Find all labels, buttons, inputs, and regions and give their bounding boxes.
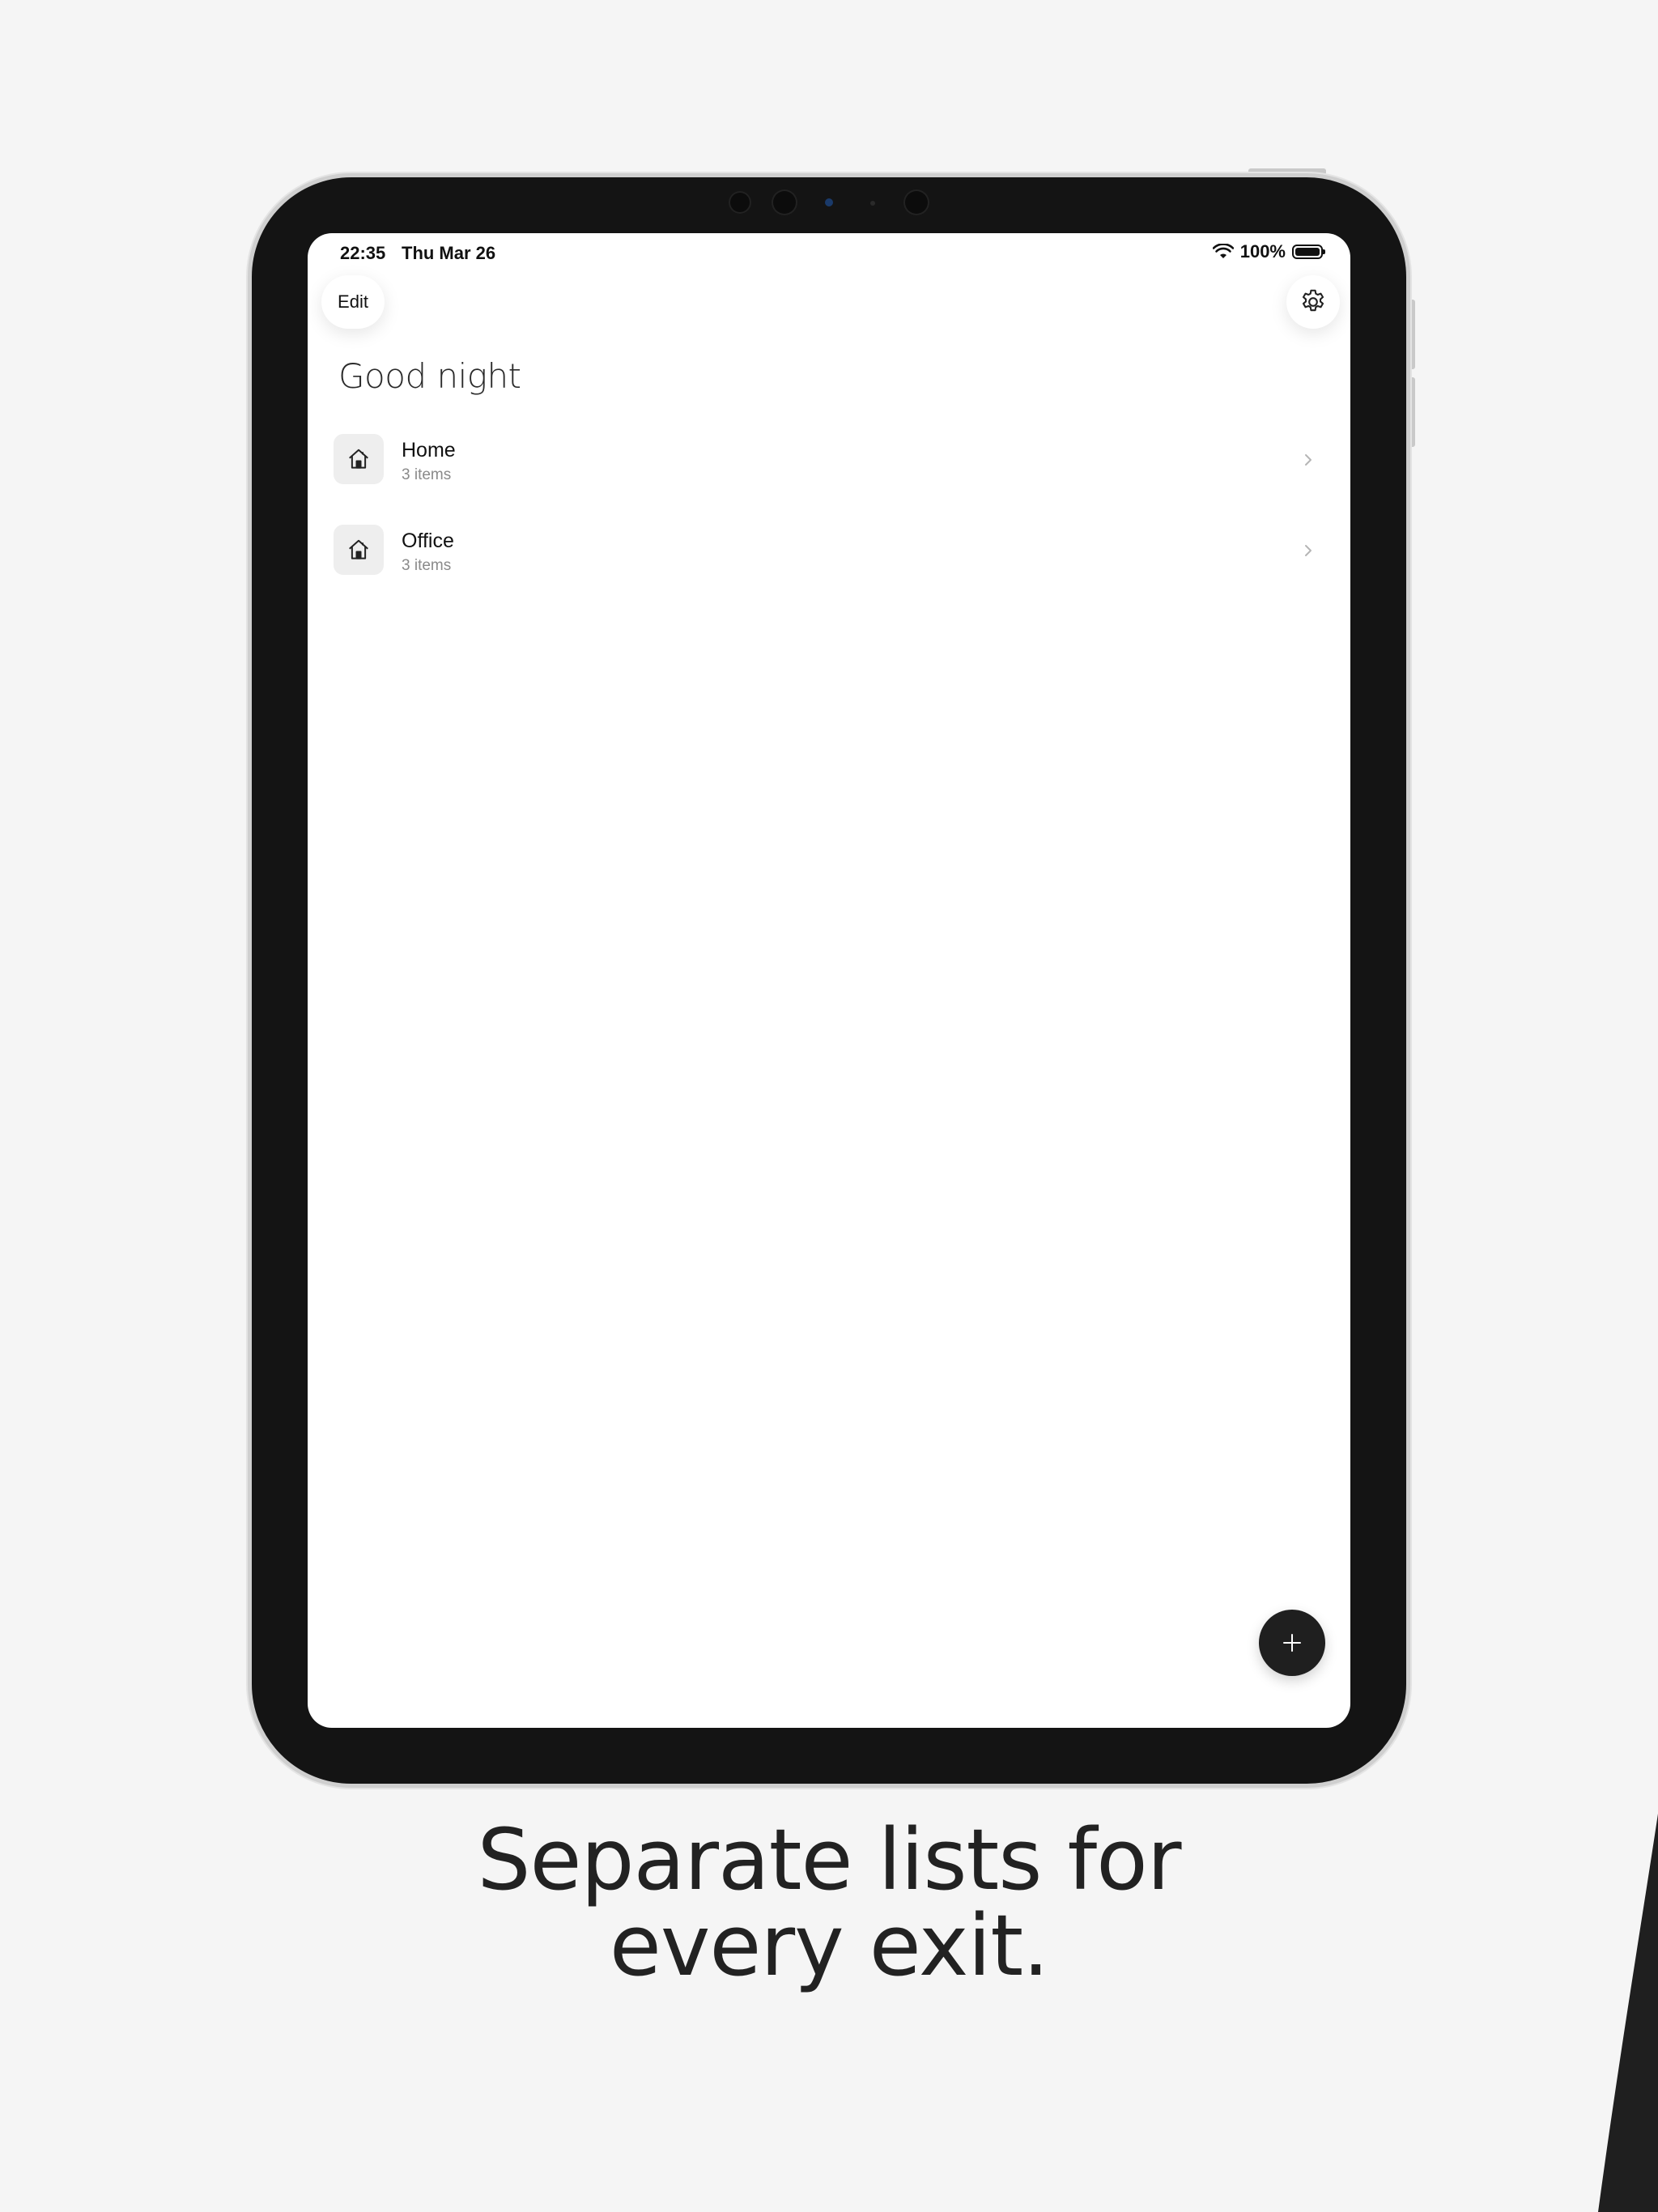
status-bar: 22:35 Thu Mar 26 100% (308, 233, 1350, 266)
camera-sensor-icon (870, 201, 875, 206)
camera-icon (903, 189, 929, 215)
chevron-right-icon (1305, 545, 1312, 556)
camera-icon (729, 191, 751, 214)
status-time: 22:35 (340, 243, 386, 263)
list-title: Office (402, 530, 454, 552)
list-count: 3 items (402, 466, 452, 483)
list-count: 3 items (402, 557, 452, 574)
list-title: Home (402, 439, 456, 462)
house-icon (349, 449, 368, 469)
list-icon-box (334, 525, 384, 575)
status-indicators: 100% (1212, 241, 1325, 262)
marketing-caption: Separate lists for every exit. (0, 1817, 1658, 1989)
add-list-button[interactable] (1259, 1610, 1325, 1676)
wifi-icon (1212, 244, 1234, 258)
caption-line-1: Separate lists for (477, 1810, 1181, 1909)
gear-icon (1302, 289, 1324, 312)
lists-container: Home 3 items Office 3 items (334, 424, 1337, 606)
app-screen: 22:35 Thu Mar 26 100% Edit Good night Ho… (308, 233, 1350, 1728)
chevron-right-icon (1305, 454, 1312, 466)
house-icon (349, 539, 368, 559)
battery-icon (1292, 245, 1325, 259)
status-date: Thu Mar 26 (402, 243, 496, 263)
list-item-home[interactable]: Home 3 items (334, 424, 1337, 515)
list-icon-box (334, 434, 384, 484)
battery-fill (1295, 248, 1320, 256)
edit-button[interactable]: Edit (321, 275, 385, 329)
settings-button[interactable] (1286, 275, 1340, 329)
camera-sensor-icon (825, 198, 833, 206)
list-item-office[interactable]: Office 3 items (334, 515, 1337, 606)
battery-percent: 100% (1239, 241, 1286, 262)
caption-line-2: every exit. (609, 1896, 1049, 1995)
greeting-title: Good night (338, 356, 521, 396)
camera-icon (772, 189, 797, 215)
plus-icon (1283, 1634, 1301, 1652)
